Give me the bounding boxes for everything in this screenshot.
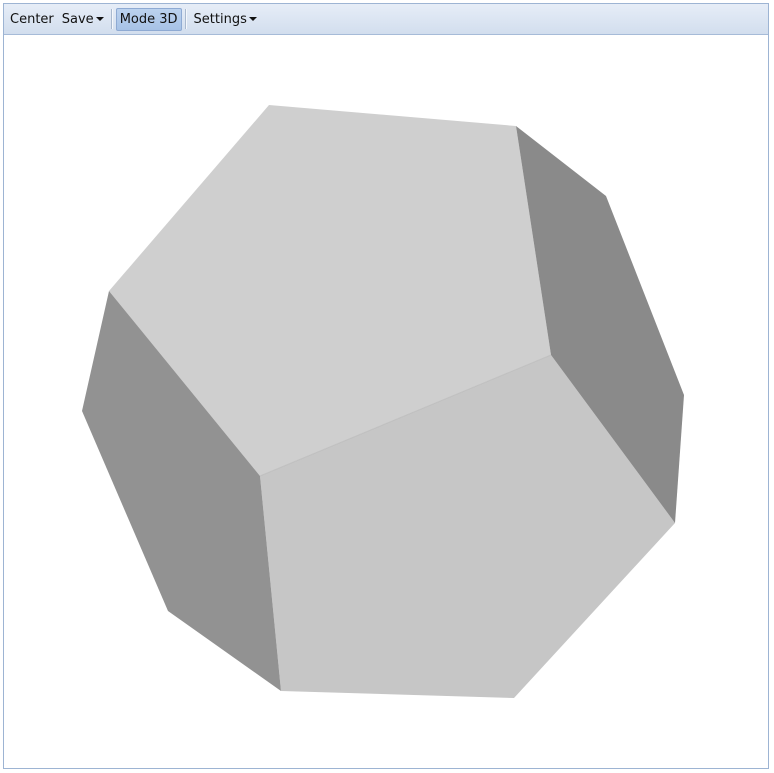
mode-label: Mode 3D <box>119 11 178 27</box>
3d-viewport[interactable] <box>4 35 768 768</box>
toolbar-separator <box>110 9 113 29</box>
viewer-window: Center Save Mode 3D Settings <box>3 3 769 769</box>
chevron-down-icon <box>248 17 257 21</box>
center-label: Center <box>10 11 54 27</box>
toolbar-separator <box>184 9 187 29</box>
mode-3d-toggle[interactable]: Mode 3D <box>115 7 182 31</box>
settings-label: Settings <box>193 11 247 27</box>
save-label: Save <box>61 11 94 27</box>
chevron-down-icon <box>95 17 104 21</box>
settings-menu-button[interactable]: Settings <box>190 8 261 31</box>
toolbar: Center Save Mode 3D Settings <box>4 4 768 35</box>
dodecahedron-render[interactable] <box>4 35 768 768</box>
save-menu-button[interactable]: Save <box>58 8 108 31</box>
center-button[interactable]: Center <box>6 8 58 31</box>
